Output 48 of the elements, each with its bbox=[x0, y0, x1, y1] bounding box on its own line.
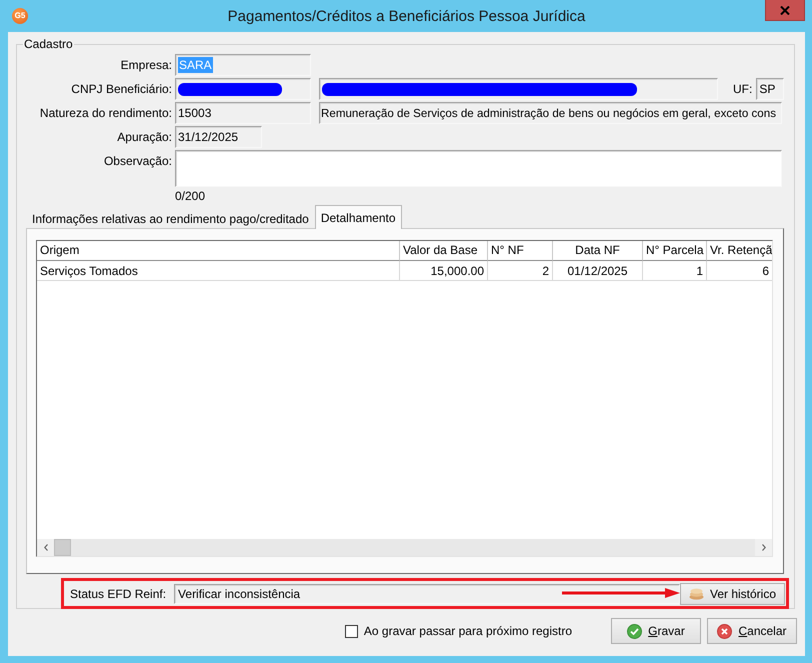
cancel-button[interactable]: Cancelar bbox=[707, 618, 797, 644]
checkbox[interactable] bbox=[344, 624, 358, 638]
table-cell: 2 bbox=[488, 261, 553, 281]
group-title: Cadastro bbox=[23, 37, 74, 51]
uf-field[interactable]: SP bbox=[756, 78, 784, 100]
character-counter: 0/200 bbox=[175, 188, 206, 205]
scroll-right-button[interactable] bbox=[755, 539, 772, 556]
period-field[interactable]: 31/12/2025 bbox=[175, 126, 262, 148]
scroll-left-button[interactable] bbox=[37, 539, 54, 556]
tab[interactable]: Detalhamento bbox=[314, 205, 402, 229]
cnpj-field[interactable] bbox=[175, 78, 311, 100]
chevron-right-icon bbox=[762, 544, 766, 551]
observation-field[interactable] bbox=[175, 150, 782, 187]
column-header[interactable]: N° NF bbox=[488, 241, 553, 261]
window-title: Pagamentos/Créditos a Beneficiários Pessoa Jurídica bbox=[226, 8, 586, 24]
status-label: Status EFD Reinf: bbox=[70, 586, 166, 600]
column-header[interactable]: Data NF bbox=[553, 241, 643, 261]
scroll-thumb[interactable] bbox=[54, 539, 71, 556]
stack-icon bbox=[688, 588, 704, 600]
selected-text: SARA bbox=[178, 57, 213, 73]
column-header[interactable]: Origem bbox=[37, 241, 400, 261]
cancel-icon bbox=[717, 624, 732, 638]
table-cell: 15,000.00 bbox=[400, 261, 488, 281]
beneficiary-name-field[interactable] bbox=[319, 78, 718, 100]
table-cell: 6 bbox=[707, 261, 772, 281]
status-field[interactable]: Verificar inconsistência bbox=[174, 584, 680, 604]
table-cell: 01/12/2025 bbox=[553, 261, 643, 281]
field-label: Empresa: bbox=[120, 58, 172, 72]
column-header[interactable]: Valor da Base bbox=[400, 241, 488, 261]
horizontal-scrollbar[interactable] bbox=[37, 539, 772, 556]
history-button[interactable]: Ver histórico bbox=[680, 582, 785, 604]
table-cell: 1 bbox=[643, 261, 707, 281]
field-label: Natureza do rendimento: bbox=[38, 106, 172, 120]
field-label: CNPJ Beneficiário: bbox=[70, 82, 172, 96]
table-cell: Serviços Tomados bbox=[37, 261, 400, 281]
uf-label: UF: bbox=[733, 82, 752, 96]
check-icon bbox=[627, 624, 642, 638]
field-label: Observação: bbox=[102, 153, 172, 168]
nature-description-field[interactable]: Remuneração de Serviços de administração de bens ou negócios em geral, exceto cons bbox=[319, 102, 782, 124]
save-button[interactable]: Gravar bbox=[611, 618, 701, 644]
nature-code-field[interactable]: 15003 bbox=[175, 102, 311, 124]
column-header[interactable]: N° Parcela bbox=[643, 241, 707, 261]
close-button[interactable] bbox=[765, 0, 805, 21]
checkbox-label[interactable]: Ao gravar passar para próximo registro bbox=[364, 624, 572, 638]
app-logo: G5 bbox=[12, 8, 28, 24]
field-label: Apuração: bbox=[116, 130, 172, 144]
chevron-left-icon bbox=[44, 544, 48, 551]
close-icon bbox=[780, 6, 790, 14]
